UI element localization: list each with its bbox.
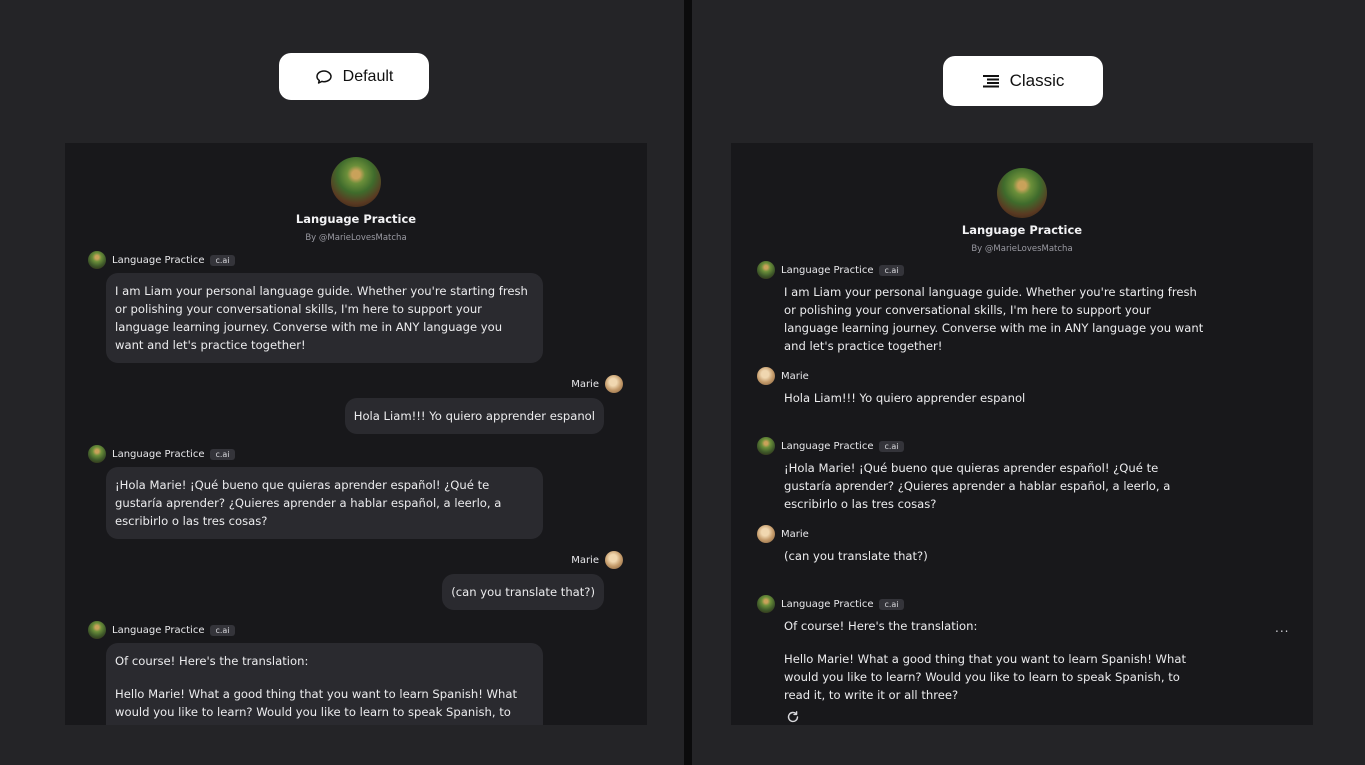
message-text: I am Liam your personal language guide. …	[115, 284, 528, 352]
status-badge: c.ai	[210, 254, 235, 266]
avatar	[88, 251, 106, 269]
avatar	[757, 261, 775, 279]
panel-divider	[684, 0, 692, 765]
sender-name: Language Practice	[781, 440, 874, 452]
text-lines-icon	[982, 75, 999, 88]
character-avatar	[331, 157, 381, 207]
bot-message-bubble: ¡Hola Marie! ¡Qué bueno que quieras apre…	[106, 467, 543, 539]
classic-mode-label: Classic	[1009, 71, 1065, 90]
bot-message-header: Language Practice c.ai	[88, 621, 235, 639]
default-mode-label: Default	[342, 67, 394, 85]
classic-chat-window: Language Practice By @MarieLovesMatcha L…	[731, 143, 1313, 725]
message-text: I am Liam your personal language guide. …	[784, 285, 1204, 353]
user-message-header: Marie	[757, 525, 809, 543]
avatar	[757, 525, 775, 543]
bot-message-bubble: Of course! Here's the translation: Hello…	[106, 643, 543, 725]
avatar	[757, 437, 775, 455]
user-message-header: Marie	[571, 551, 623, 569]
user-message-header: Marie	[571, 375, 623, 393]
bot-message-header: Language Practice c.ai	[88, 251, 235, 269]
bot-message-header: Language Practice c.ai	[757, 261, 904, 279]
sender-name: Language Practice	[781, 598, 874, 610]
message-text: Of course! Here's the translation:	[115, 654, 309, 668]
character-author: By @MarieLovesMatcha	[305, 233, 407, 243]
avatar	[605, 375, 623, 393]
character-author: By @MarieLovesMatcha	[971, 244, 1073, 254]
bot-message: Of course! Here's the translation: Hello…	[784, 617, 1204, 704]
character-name: Language Practice	[961, 223, 1083, 237]
sender-name: Marie	[571, 554, 599, 566]
sender-name: Language Practice	[112, 624, 205, 636]
message-text: (can you translate that?)	[451, 585, 595, 599]
bot-message-header: Language Practice c.ai	[757, 437, 904, 455]
status-badge: c.ai	[210, 624, 235, 636]
bot-message-header: Language Practice c.ai	[88, 445, 235, 463]
bot-message-bubble: I am Liam your personal language guide. …	[106, 273, 543, 363]
chat-header: Language Practice By @MarieLovesMatcha	[65, 157, 647, 243]
character-avatar	[997, 168, 1047, 218]
user-message-bubble: (can you translate that?)	[442, 574, 604, 610]
more-icon[interactable]: ...	[1275, 621, 1289, 635]
message-text: Of course! Here's the translation:	[784, 619, 978, 633]
default-mode-button[interactable]: Default	[279, 53, 429, 100]
bot-message: I am Liam your personal language guide. …	[784, 283, 1204, 355]
sender-name: Marie	[781, 370, 809, 382]
status-badge: c.ai	[879, 440, 904, 452]
message-text: (can you translate that?)	[784, 549, 928, 563]
avatar	[88, 445, 106, 463]
sender-name: Marie	[781, 528, 809, 540]
bot-message: ¡Hola Marie! ¡Qué bueno que quieras apre…	[784, 459, 1204, 513]
sender-name: Language Practice	[781, 264, 874, 276]
message-text: Hola Liam!!! Yo quiero apprender espanol	[353, 409, 595, 423]
sender-name: Language Practice	[112, 448, 205, 460]
user-message: Hola Liam!!! Yo quiero apprender espanol	[784, 389, 1204, 407]
default-chat-window: Language Practice By @MarieLovesMatcha L…	[65, 143, 647, 725]
status-badge: c.ai	[879, 264, 904, 276]
message-text: ¡Hola Marie! ¡Qué bueno que quieras apre…	[115, 478, 502, 528]
status-badge: c.ai	[210, 448, 235, 460]
status-badge: c.ai	[879, 598, 904, 610]
avatar	[605, 551, 623, 569]
character-name: Language Practice	[295, 212, 417, 226]
message-text: Hello Marie! What a good thing that you …	[784, 652, 1187, 702]
chat-header: Language Practice By @MarieLovesMatcha	[731, 168, 1313, 254]
chat-bubble-icon	[315, 69, 332, 84]
sender-name: Language Practice	[112, 254, 205, 266]
bot-message-header: Language Practice c.ai	[757, 595, 904, 613]
sender-name: Marie	[571, 378, 599, 390]
user-message-bubble: Hola Liam!!! Yo quiero apprender espanol	[344, 398, 604, 434]
user-message: (can you translate that?)	[784, 547, 1204, 565]
message-text: ¡Hola Marie! ¡Qué bueno que quieras apre…	[784, 461, 1171, 511]
message-text: Hola Liam!!! Yo quiero apprender espanol	[784, 391, 1026, 405]
classic-mode-button[interactable]: Classic	[943, 56, 1103, 106]
refresh-icon[interactable]	[786, 710, 800, 724]
avatar	[757, 595, 775, 613]
avatar	[757, 367, 775, 385]
user-message-header: Marie	[757, 367, 809, 385]
avatar	[88, 621, 106, 639]
message-text: Hello Marie! What a good thing that you …	[115, 687, 518, 725]
